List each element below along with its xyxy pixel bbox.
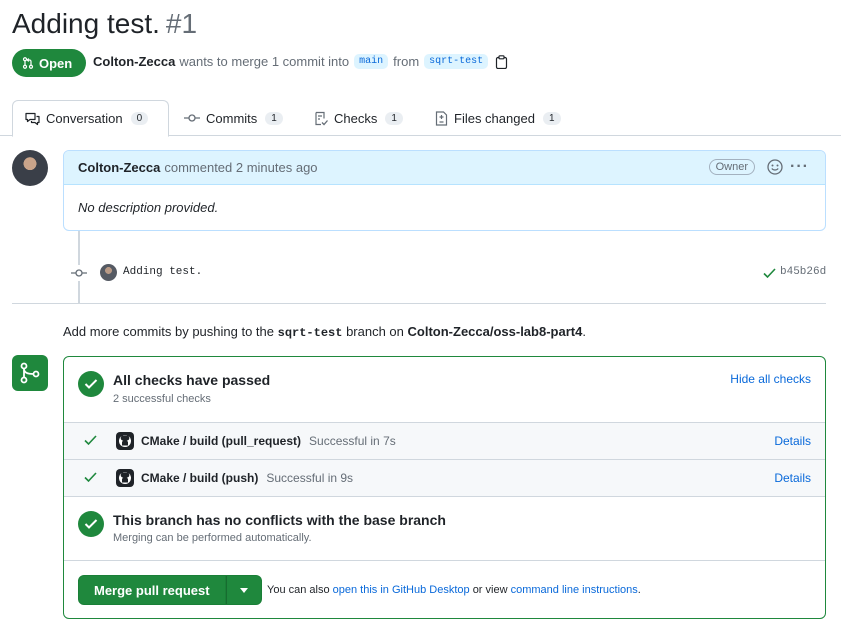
check-circle-icon bbox=[78, 371, 104, 397]
check-name: CMake / build (pull_request) Successful i… bbox=[141, 434, 396, 448]
push-hint-branch: sqrt-test bbox=[277, 326, 343, 340]
section-divider bbox=[64, 496, 825, 497]
conflicts-subtitle: Merging can be performed automatically. bbox=[113, 532, 312, 544]
tab-label: Conversation bbox=[46, 111, 123, 126]
smiley-icon[interactable] bbox=[767, 159, 783, 178]
pr-author-link[interactable]: Colton-Zecca bbox=[93, 54, 175, 69]
pr-merge-text: wants to merge 1 commit into bbox=[179, 54, 350, 69]
open-desktop-link[interactable]: open this in GitHub Desktop bbox=[333, 584, 470, 596]
commit-avatar[interactable] bbox=[100, 264, 117, 281]
hide-checks-link[interactable]: Hide all checks bbox=[730, 372, 811, 386]
pr-number: #1 bbox=[165, 8, 198, 39]
check-row: CMake / build (push) Successful in 9s Det… bbox=[64, 459, 825, 496]
conflicts-title: This branch has no conflicts with the ba… bbox=[113, 512, 446, 528]
merge-button-group: Merge pull request bbox=[78, 575, 262, 605]
checks-subtitle: 2 successful checks bbox=[113, 393, 211, 405]
pr-tab-bar: Conversation 0 Commits 1 Checks 1 Files … bbox=[0, 100, 841, 137]
alt-prefix: You can also bbox=[267, 584, 330, 596]
comment-timestamp[interactable]: commented 2 minutes ago bbox=[164, 160, 317, 175]
merge-box: All checks have passed 2 successful chec… bbox=[63, 356, 826, 619]
file-diff-icon bbox=[435, 110, 448, 126]
timeline-divider bbox=[12, 303, 826, 304]
comment-header: Colton-Zecca commented 2 minutes ago Own… bbox=[64, 151, 825, 185]
check-details-link[interactable]: Details bbox=[774, 434, 811, 448]
git-pull-request-icon bbox=[22, 57, 34, 69]
github-icon bbox=[116, 469, 134, 487]
comment-author-link[interactable]: Colton-Zecca bbox=[78, 160, 160, 175]
check-name-text: CMake / build (pull_request) bbox=[141, 434, 302, 448]
tab-label: Checks bbox=[334, 110, 378, 126]
tab-counter: 1 bbox=[265, 111, 283, 125]
git-merge-icon bbox=[12, 355, 48, 391]
check-icon bbox=[84, 434, 97, 449]
section-divider bbox=[64, 560, 825, 561]
head-branch-label[interactable]: sqrt-test bbox=[424, 54, 489, 69]
cli-instructions-link[interactable]: command line instructions bbox=[511, 584, 638, 596]
check-status: Successful in 7s bbox=[309, 434, 396, 448]
pr-from-text: from bbox=[393, 54, 420, 69]
pr-merge-info: Colton-Zecca wants to merge 1 commit int… bbox=[93, 54, 508, 69]
push-hint-prefix: Add more commits by pushing to the bbox=[63, 324, 274, 339]
check-name: CMake / build (push) Successful in 9s bbox=[141, 471, 353, 485]
merge-alternatives-text: You can also open this in GitHub Desktop… bbox=[267, 584, 641, 596]
push-hint: Add more commits by pushing to the sqrt-… bbox=[63, 324, 586, 340]
triangle-down-icon bbox=[239, 587, 248, 593]
tab-label: Files changed bbox=[454, 110, 535, 126]
owner-badge: Owner bbox=[708, 159, 755, 175]
comment-body: No description provided. bbox=[78, 200, 219, 215]
check-status: Successful in 9s bbox=[266, 471, 354, 485]
alt-middle: or view bbox=[472, 584, 508, 596]
check-icon[interactable] bbox=[763, 266, 776, 284]
merge-method-dropdown[interactable] bbox=[225, 575, 262, 605]
push-hint-repo[interactable]: Colton-Zecca/oss-lab8-part4 bbox=[408, 324, 583, 339]
pr-state-badge: Open bbox=[12, 49, 86, 77]
tab-counter: 0 bbox=[130, 112, 149, 125]
github-icon bbox=[116, 432, 134, 450]
git-commit-icon bbox=[184, 113, 200, 123]
avatar[interactable] bbox=[12, 150, 48, 186]
tab-checks[interactable]: Checks 1 bbox=[302, 100, 415, 136]
check-details-link[interactable]: Details bbox=[774, 471, 811, 485]
merge-pull-request-button[interactable]: Merge pull request bbox=[78, 575, 226, 605]
commit-message-link[interactable]: Adding test. bbox=[123, 266, 202, 278]
check-circle-icon bbox=[78, 511, 104, 537]
git-commit-icon bbox=[70, 265, 88, 286]
alt-suffix: . bbox=[637, 584, 641, 596]
tab-commits[interactable]: Commits 1 bbox=[172, 100, 295, 136]
comment-discussion-icon bbox=[25, 112, 40, 126]
comment-box: Colton-Zecca commented 2 minutes ago Own… bbox=[63, 150, 826, 231]
base-branch-label[interactable]: main bbox=[354, 54, 389, 69]
copy-icon[interactable] bbox=[495, 54, 508, 69]
pr-state-label: Open bbox=[39, 55, 73, 71]
tab-label: Commits bbox=[206, 110, 258, 126]
pr-title: Adding test. #1 bbox=[12, 6, 197, 42]
tab-counter: 1 bbox=[385, 111, 403, 125]
pr-title-text: Adding test. bbox=[12, 8, 160, 39]
commit-sha-link[interactable]: b45b26d bbox=[780, 266, 826, 278]
tab-counter: 1 bbox=[542, 111, 561, 125]
check-icon bbox=[84, 471, 97, 486]
check-name-text: CMake / build (push) bbox=[141, 471, 259, 485]
checks-title: All checks have passed bbox=[113, 372, 271, 388]
checklist-icon bbox=[314, 111, 328, 126]
push-hint-middle: branch on bbox=[346, 324, 404, 339]
push-hint-suffix: . bbox=[582, 324, 586, 339]
tab-files-changed[interactable]: Files changed 1 bbox=[423, 100, 573, 136]
check-row: CMake / build (pull_request) Successful i… bbox=[64, 422, 825, 459]
kebab-horizontal-icon[interactable]: ··· bbox=[790, 158, 809, 176]
tab-conversation[interactable]: Conversation 0 bbox=[12, 100, 169, 137]
